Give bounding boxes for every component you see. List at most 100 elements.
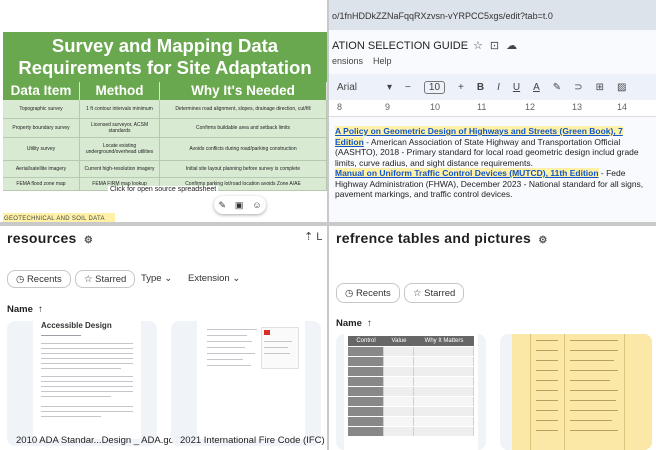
font-dropdown-icon[interactable]: ▾ xyxy=(387,82,392,93)
font-select[interactable]: Arial xyxy=(337,82,357,93)
arrow-up-icon: ↑ xyxy=(32,304,43,315)
thumb-header: Why It Matters xyxy=(424,338,464,344)
sheet-title-line1: Survey and Mapping Data xyxy=(51,35,279,56)
clock-icon: ◷ xyxy=(345,288,356,299)
reference-link[interactable]: A Policy on Geometric Design of Highways… xyxy=(335,126,623,136)
ruler-tick: 10 xyxy=(430,102,441,112)
folder-name[interactable]: refrence tables and pictures xyxy=(336,230,531,246)
address-bar[interactable]: o/1fnHDDkZZNaFqqRXzvsn-vYRPCC5xgs/edit?t… xyxy=(329,0,656,30)
name-sort-header[interactable]: Name ↑ xyxy=(7,304,43,315)
decrease-size-icon[interactable]: − xyxy=(405,82,411,93)
shared-folder-icon: ⚙ xyxy=(80,235,94,246)
doc-body: A Policy on Geometric Design of Highways… xyxy=(335,126,656,200)
folder-title[interactable]: resources ⚙ xyxy=(7,230,93,246)
cell[interactable]: Initial site layout planning before surv… xyxy=(160,161,327,177)
chip-label: Starred xyxy=(95,274,127,285)
folder-name[interactable]: resources xyxy=(7,230,77,246)
drive-tables-pane: refrence tables and pictures ⚙ ◷ Recents… xyxy=(329,226,656,450)
chip-label: Type xyxy=(141,273,162,284)
file-name[interactable]: 2010 ADA Standar...Design _ ADA.gov xyxy=(16,435,179,446)
cell[interactable]: 1 ft contour intervals minimum xyxy=(80,100,160,118)
reference-link[interactable]: Manual on Uniform Traffic Control Device… xyxy=(335,168,599,178)
doc-title[interactable]: ATION SELECTION GUIDE xyxy=(332,40,468,52)
star-icon[interactable]: ☆ xyxy=(473,40,490,52)
star-icon: ☆ xyxy=(413,288,425,299)
folder-title[interactable]: refrence tables and pictures ⚙ xyxy=(336,230,548,246)
starred-chip[interactable]: ☆ Starred xyxy=(75,270,136,288)
font-size-field[interactable]: 10 xyxy=(423,80,446,94)
file-name[interactable]: 2021 International Fire Code (IFC) xyxy=(180,435,325,446)
cell[interactable]: Aerial/satellite imagery xyxy=(3,161,80,177)
upload-icon[interactable]: ⇡ L xyxy=(304,230,322,243)
sheet-rows: Topographic survey 1 ft contour interval… xyxy=(3,100,327,191)
cell[interactable]: Licensed surveyor, ACSM standards xyxy=(80,119,160,137)
menu-help[interactable]: Help xyxy=(373,56,392,66)
link-icon[interactable]: ⊃ xyxy=(574,82,582,93)
menu-extensions[interactable]: ensions xyxy=(332,56,363,66)
menu-bar: ensions Help xyxy=(332,56,392,66)
cell[interactable]: Confirms buildable area and setback limi… xyxy=(160,119,327,137)
title-actions: ☆⊡☁ xyxy=(473,39,524,52)
clock-icon: ◷ xyxy=(16,274,27,285)
highlight-icon[interactable]: ✎ xyxy=(553,82,561,93)
header-data-item: Data Item xyxy=(3,82,80,100)
comment-icon[interactable]: ⊞ xyxy=(596,82,604,93)
file-card[interactable] xyxy=(171,321,321,446)
cell[interactable]: Determines road alignment, slopes, drain… xyxy=(160,100,327,118)
chip-label: Extension xyxy=(188,273,230,284)
cell[interactable]: Locate existing underground/overhead uti… xyxy=(80,138,160,160)
ruler-tick: 12 xyxy=(525,102,536,112)
italic-icon[interactable]: I xyxy=(497,82,500,93)
move-folder-icon[interactable]: ⊡ xyxy=(490,40,506,52)
spreadsheet-pane: Survey and Mapping Data Requirements for… xyxy=(0,0,327,222)
arrow-up-icon: ↑ xyxy=(361,318,372,329)
table-row[interactable]: Aerial/satellite imagery Current high-re… xyxy=(3,161,327,178)
ruler-tick: 13 xyxy=(572,102,583,112)
image-icon[interactable]: ▨ xyxy=(617,82,626,93)
file-card[interactable]: Control Value Why It Matters xyxy=(336,334,486,450)
cloud-status-icon[interactable]: ☁ xyxy=(506,40,524,52)
cell[interactable]: Utility survey xyxy=(3,138,80,160)
bold-icon[interactable]: B xyxy=(477,82,484,93)
chevron-down-icon: ⌄ xyxy=(161,273,173,284)
file-card[interactable] xyxy=(500,334,652,450)
table-row[interactable]: Property boundary survey Licensed survey… xyxy=(3,119,327,138)
starred-chip[interactable]: ☆ Starred xyxy=(404,283,465,303)
file-thumbnail xyxy=(197,321,305,439)
ruler-tick: 8 xyxy=(337,102,343,112)
recents-chip[interactable]: ◷ Recents xyxy=(336,283,400,303)
underline-icon[interactable]: U xyxy=(513,82,520,93)
floating-toolbar: ✎ ▣ ☺ xyxy=(214,196,266,214)
table-row[interactable]: Utility survey Locate existing undergrou… xyxy=(3,138,327,161)
chip-label: Starred xyxy=(424,288,456,299)
reference-entry: A Policy on Geometric Design of Highways… xyxy=(335,126,653,168)
name-label: Name xyxy=(336,318,362,329)
table-row[interactable]: Topographic survey 1 ft contour interval… xyxy=(3,100,327,119)
reference-link-cont[interactable]: Edition xyxy=(335,136,364,147)
cell[interactable]: Current high-resolution imagery xyxy=(80,161,160,177)
cell[interactable]: Topographic survey xyxy=(3,100,80,118)
file-thumbnail: Control Value Why It Matters xyxy=(344,334,478,450)
increase-size-icon[interactable]: + xyxy=(458,82,464,93)
thumb-header: Control xyxy=(356,338,376,344)
open-spreadsheet-link[interactable]: Click for open source spreadsheet xyxy=(108,186,219,193)
format-toolbar: Arial ▾ − 10 + B I U A ✎ ⊃ ⊞ ▨ xyxy=(329,74,656,100)
cell[interactable]: Property boundary survey xyxy=(3,119,80,137)
drive-resources-pane: resources ⚙ ⇡ L ◷ Recents ☆ Starred Type… xyxy=(0,226,327,450)
ruler: 8 9 10 11 12 13 14 xyxy=(329,100,656,117)
url-text[interactable]: o/1fnHDDkZZNaFqqRXzvsn-vYRPCC5xgs/edit?t… xyxy=(332,11,553,21)
type-filter[interactable]: Type ⌄ xyxy=(133,270,180,288)
recents-chip[interactable]: ◷ Recents xyxy=(7,270,71,288)
comment-icon[interactable]: ▣ xyxy=(235,200,244,211)
ruler-tick: 14 xyxy=(617,102,628,112)
cell[interactable]: FEMA flood zone map xyxy=(3,178,80,190)
reference-entry: Manual on Uniform Traffic Control Device… xyxy=(335,168,653,200)
extension-filter[interactable]: Extension ⌄ xyxy=(180,270,248,288)
emoji-icon[interactable]: ☺ xyxy=(252,200,261,210)
edit-icon[interactable]: ✎ xyxy=(218,200,226,211)
cell[interactable]: Avoids conflicts during road/parking con… xyxy=(160,138,327,160)
text-color-icon[interactable]: A xyxy=(533,82,540,93)
file-card[interactable]: Accessible Design xyxy=(7,321,157,446)
reference-text: - American Association of State Highway … xyxy=(335,136,639,168)
name-sort-header[interactable]: Name ↑ xyxy=(336,318,372,329)
